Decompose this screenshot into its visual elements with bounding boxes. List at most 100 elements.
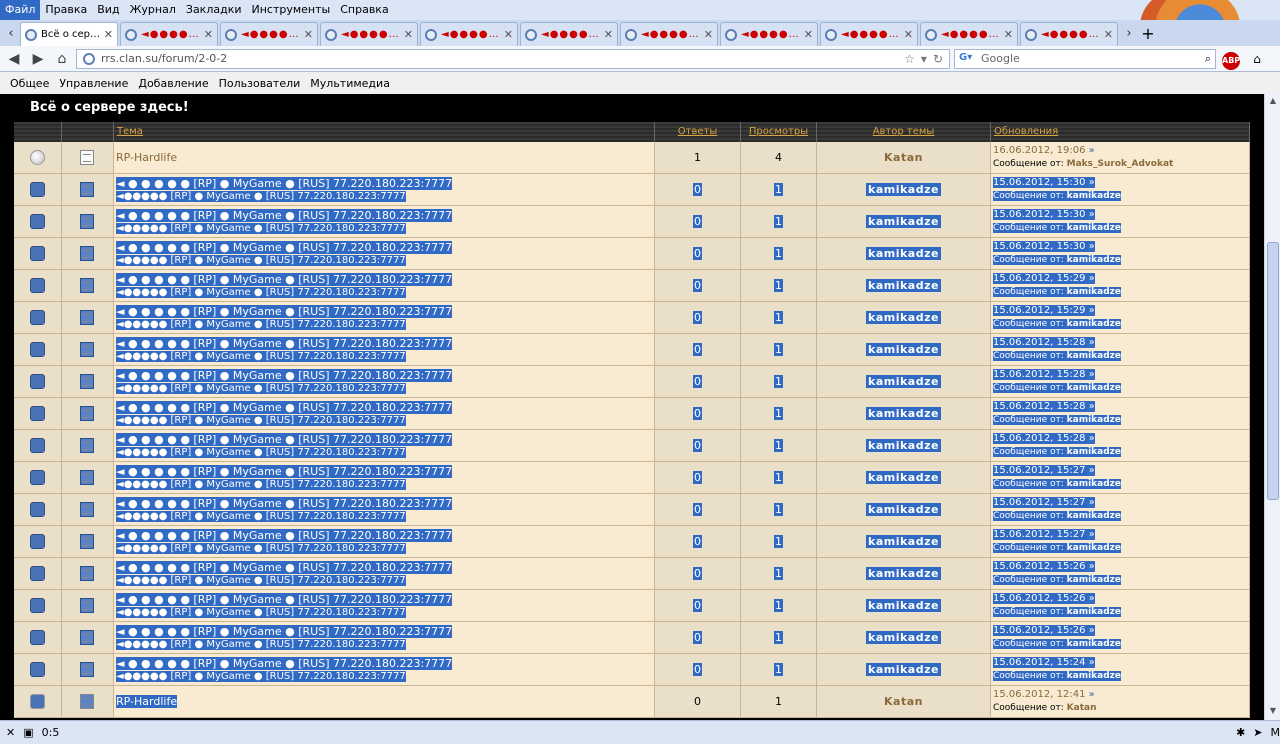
- topic-title-text[interactable]: ◄ ● ● ● ● ● [RP] ● MyGame ● [RUS] 77.220…: [116, 369, 453, 382]
- tab-scroll-left-icon[interactable]: ‹: [2, 22, 20, 46]
- topic-title[interactable]: ◄ ● ● ● ● ● [RP] ● MyGame ● [RUS] 77.220…: [116, 369, 453, 382]
- tab-3[interactable]: ◄●●●●… ✕: [220, 22, 318, 46]
- topic-title-text[interactable]: ◄ ● ● ● ● ● [RP] ● MyGame ● [RUS] 77.220…: [116, 273, 453, 286]
- close-icon[interactable]: ✕: [204, 28, 213, 41]
- close-icon[interactable]: ✕: [604, 28, 613, 41]
- last-poster-name[interactable]: kamikadze: [1067, 671, 1121, 681]
- tab-7[interactable]: ◄●●●●… ✕: [620, 22, 718, 46]
- go-to-last-post-icon[interactable]: »: [1085, 369, 1095, 380]
- home-icon[interactable]: ⌂: [52, 49, 72, 69]
- topic-author[interactable]: kamikadze: [817, 535, 990, 548]
- topic-author[interactable]: kamikadze: [817, 631, 990, 644]
- author-name[interactable]: kamikadze: [866, 375, 941, 388]
- close-icon[interactable]: ✕: [504, 28, 513, 41]
- last-poster-name[interactable]: Maks_Surok_Advokat: [1067, 159, 1174, 169]
- author-name[interactable]: kamikadze: [866, 407, 941, 420]
- topic-author[interactable]: kamikadze: [817, 343, 990, 356]
- topic-title-text[interactable]: ◄ ● ● ● ● ● [RP] ● MyGame ● [RUS] 77.220…: [116, 209, 453, 222]
- author-name[interactable]: kamikadze: [866, 471, 941, 484]
- bookmark-star-icon[interactable]: ☆: [904, 52, 915, 66]
- last-poster-name[interactable]: kamikadze: [1067, 319, 1121, 329]
- last-poster-name[interactable]: kamikadze: [1067, 287, 1121, 297]
- author-name[interactable]: kamikadze: [866, 631, 941, 644]
- go-to-last-post-icon[interactable]: »: [1085, 241, 1095, 252]
- tab-scroll-right-icon[interactable]: ›: [1120, 22, 1138, 46]
- author-name[interactable]: kamikadze: [866, 215, 941, 228]
- last-poster-name[interactable]: kamikadze: [1067, 607, 1121, 617]
- topic-title-text[interactable]: ◄ ● ● ● ● ● [RP] ● MyGame ● [RUS] 77.220…: [116, 497, 453, 510]
- last-poster-name[interactable]: kamikadze: [1067, 191, 1121, 201]
- forward-icon[interactable]: ▶: [28, 49, 48, 69]
- topic-title-text[interactable]: ◄ ● ● ● ● ● [RP] ● MyGame ● [RUS] 77.220…: [116, 561, 453, 574]
- go-to-last-post-icon[interactable]: »: [1085, 625, 1095, 636]
- bookmark-1[interactable]: Управление: [54, 77, 133, 90]
- addon-icon[interactable]: ▣: [23, 726, 33, 739]
- topic-title[interactable]: RP-Hardlife: [116, 695, 178, 708]
- go-to-last-post-icon[interactable]: »: [1085, 657, 1095, 668]
- search-icon[interactable]: ⌕: [1205, 52, 1211, 66]
- new-tab-button[interactable]: +: [1138, 22, 1158, 46]
- author-name[interactable]: Katan: [884, 695, 923, 708]
- close-icon[interactable]: ✕: [1004, 28, 1013, 41]
- header-topic[interactable]: Тема: [114, 122, 655, 142]
- header-replies[interactable]: Ответы: [655, 122, 741, 142]
- close-icon[interactable]: ✕: [404, 28, 413, 41]
- adblock-icon[interactable]: ABP: [1222, 51, 1240, 70]
- vertical-scrollbar[interactable]: ▲ ▼: [1264, 94, 1280, 720]
- close-icon[interactable]: ✕: [1104, 28, 1113, 41]
- tab-8[interactable]: ◄●●●●… ✕: [720, 22, 818, 46]
- topic-title[interactable]: ◄ ● ● ● ● ● [RP] ● MyGame ● [RUS] 77.220…: [116, 529, 453, 542]
- menu-item-2[interactable]: Вид: [92, 0, 124, 20]
- last-poster-name[interactable]: Katan: [1067, 703, 1097, 713]
- menu-item-5[interactable]: Инструменты: [247, 0, 336, 20]
- topic-author[interactable]: kamikadze: [817, 407, 990, 420]
- home-button-icon[interactable]: ⌂: [1246, 49, 1268, 69]
- cursor-icon[interactable]: ➤: [1253, 726, 1262, 739]
- go-to-last-post-icon[interactable]: »: [1085, 209, 1095, 220]
- menu-item-1[interactable]: Правка: [40, 0, 92, 20]
- topic-author[interactable]: kamikadze: [817, 599, 990, 612]
- go-to-last-post-icon[interactable]: »: [1085, 689, 1095, 700]
- last-poster-name[interactable]: kamikadze: [1067, 447, 1121, 457]
- go-to-last-post-icon[interactable]: »: [1085, 593, 1095, 604]
- bookmark-2[interactable]: Добавление: [133, 77, 213, 90]
- tab-9[interactable]: ◄●●●●… ✕: [820, 22, 918, 46]
- scroll-up-icon[interactable]: ▲: [1267, 96, 1279, 108]
- topic-title-text[interactable]: ◄ ● ● ● ● ● [RP] ● MyGame ● [RUS] 77.220…: [116, 529, 453, 542]
- author-name[interactable]: kamikadze: [866, 535, 941, 548]
- menu-item-0[interactable]: Файл: [0, 0, 41, 20]
- last-poster-name[interactable]: kamikadze: [1067, 639, 1121, 649]
- url-text[interactable]: rrs.clan.su/forum/2-0-2: [101, 52, 898, 65]
- topic-author[interactable]: kamikadze: [817, 279, 990, 292]
- author-name[interactable]: kamikadze: [866, 503, 941, 516]
- author-name[interactable]: kamikadze: [866, 279, 941, 292]
- topic-title[interactable]: ◄ ● ● ● ● ● [RP] ● MyGame ● [RUS] 77.220…: [116, 209, 453, 222]
- topic-title[interactable]: ◄ ● ● ● ● ● [RP] ● MyGame ● [RUS] 77.220…: [116, 305, 453, 318]
- topic-author[interactable]: kamikadze: [817, 567, 990, 580]
- reload-icon[interactable]: ↻: [933, 52, 943, 66]
- topic-author[interactable]: kamikadze: [817, 439, 990, 452]
- last-poster-name[interactable]: kamikadze: [1067, 543, 1121, 553]
- topic-title[interactable]: ◄ ● ● ● ● ● [RP] ● MyGame ● [RUS] 77.220…: [116, 241, 453, 254]
- tab-active[interactable]: Всё о сер… ✕: [20, 22, 118, 46]
- topic-title[interactable]: ◄ ● ● ● ● ● [RP] ● MyGame ● [RUS] 77.220…: [116, 273, 453, 286]
- topic-title[interactable]: ◄ ● ● ● ● ● [RP] ● MyGame ● [RUS] 77.220…: [116, 657, 453, 670]
- topic-title[interactable]: ◄ ● ● ● ● ● [RP] ● MyGame ● [RUS] 77.220…: [116, 337, 453, 350]
- scroll-thumb[interactable]: [1267, 242, 1279, 500]
- go-to-last-post-icon[interactable]: »: [1085, 305, 1095, 316]
- topic-title-text[interactable]: RP-Hardlife: [116, 151, 177, 164]
- last-poster-name[interactable]: kamikadze: [1067, 511, 1121, 521]
- close-icon[interactable]: ✕: [904, 28, 913, 41]
- author-name[interactable]: kamikadze: [866, 567, 941, 580]
- last-poster-name[interactable]: kamikadze: [1067, 575, 1121, 585]
- topic-title[interactable]: ◄ ● ● ● ● ● [RP] ● MyGame ● [RUS] 77.220…: [116, 497, 453, 510]
- search-placeholder[interactable]: Google: [981, 52, 1199, 65]
- last-poster-name[interactable]: kamikadze: [1067, 383, 1121, 393]
- topic-title-text[interactable]: ◄ ● ● ● ● ● [RP] ● MyGame ● [RUS] 77.220…: [116, 657, 453, 670]
- tab-5[interactable]: ◄●●●●… ✕: [420, 22, 518, 46]
- last-poster-name[interactable]: kamikadze: [1067, 351, 1121, 361]
- close-icon[interactable]: ✕: [6, 726, 15, 739]
- topic-title[interactable]: ◄ ● ● ● ● ● [RP] ● MyGame ● [RUS] 77.220…: [116, 561, 453, 574]
- topic-title[interactable]: RP-Hardlife: [116, 151, 177, 164]
- topic-title-text[interactable]: ◄ ● ● ● ● ● [RP] ● MyGame ● [RUS] 77.220…: [116, 625, 453, 638]
